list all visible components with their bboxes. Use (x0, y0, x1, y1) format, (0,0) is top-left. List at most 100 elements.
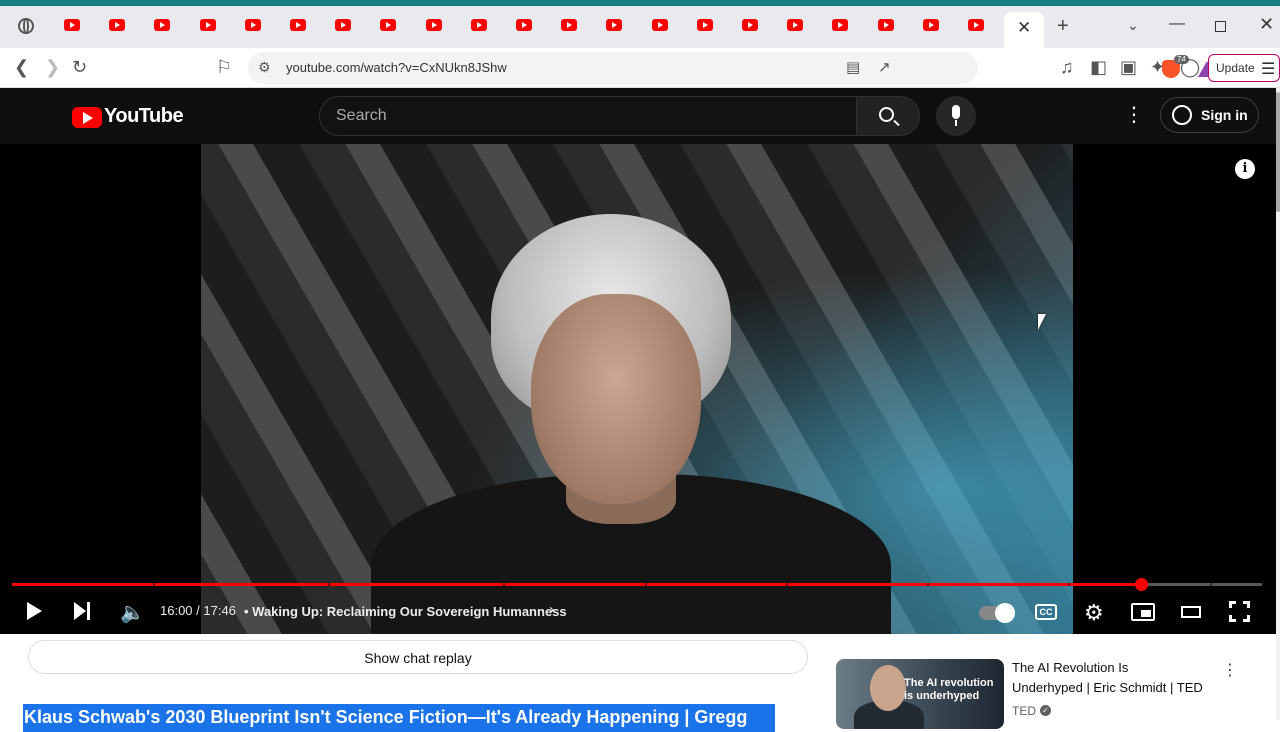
youtube-tab-favicon-icon[interactable] (696, 19, 713, 31)
youtube-tab-favicon-icon[interactable] (832, 19, 849, 31)
youtube-tab-favicon-icon[interactable] (64, 19, 80, 31)
menu-icon[interactable]: ☰ (1261, 59, 1275, 79)
active-tab[interactable]: ✕ (1004, 12, 1044, 48)
youtube-tab-favicon-icon[interactable] (651, 19, 668, 31)
time-display: 16:00 / 17:46 (160, 603, 236, 618)
settings-gear-icon[interactable]: ⚙ (1084, 600, 1104, 626)
video-title[interactable]: Klaus Schwab's 2030 Blueprint Isn't Scie… (23, 704, 775, 732)
chapter-marker (785, 583, 788, 586)
theater-mode-icon[interactable] (1181, 606, 1201, 618)
recommendation-menu-icon[interactable]: ⋮ (1222, 660, 1238, 680)
youtube-tab-favicon-icon[interactable] (561, 19, 578, 31)
search-box (319, 96, 857, 136)
youtube-logo-text[interactable]: YouTube (104, 105, 184, 128)
address-bar[interactable]: ⚙ youtube.com/watch?v=CxNUkn8JShw ▤ ↗ 74 (248, 52, 1220, 84)
music-icon[interactable]: ♫ (1060, 56, 1074, 78)
bookmark-icon[interactable]: ⚐ (216, 56, 232, 78)
address-url[interactable]: youtube.com/watch?v=CxNUkn8JShw (286, 60, 507, 75)
site-info-icon[interactable]: ⚙ (258, 59, 271, 76)
play-icon[interactable] (27, 602, 42, 620)
new-tab-button[interactable]: + (1057, 15, 1069, 38)
next-video-icon[interactable] (74, 602, 92, 620)
youtube-tab-favicon-icon[interactable] (516, 19, 532, 31)
youtube-tab-favicon-icon[interactable] (109, 19, 126, 31)
chapter-chevron-icon[interactable]: › (549, 601, 554, 618)
youtube-tab-favicon-icon[interactable] (787, 19, 804, 31)
microphone-icon (952, 105, 960, 119)
miniplayer-icon[interactable] (1131, 603, 1155, 621)
tab-search-chevron-icon[interactable]: ⌄ (1127, 17, 1139, 34)
info-icon[interactable]: i (1235, 159, 1255, 179)
recommendation-title-line-1[interactable]: The AI Revolution Is (1012, 660, 1128, 675)
below-player: Show chat replay Klaus Schwab's 2030 Blu… (0, 634, 1276, 732)
update-button[interactable]: Update ☰ (1208, 54, 1280, 82)
recommendation-thumbnail[interactable]: The AI revolution is underhyped (836, 659, 1004, 729)
back-arrow-icon[interactable]: ❮ (14, 56, 29, 78)
chapter-marker (927, 583, 929, 586)
recommendation-title-line-2[interactable]: Underhyped | Eric Schmidt | TED (1012, 680, 1203, 695)
video-title-text: Klaus Schwab's 2030 Blueprint Isn't Scie… (24, 707, 748, 727)
cast-icon[interactable]: ▤ (846, 58, 860, 76)
subtitles-cc-icon[interactable]: CC (1035, 604, 1057, 620)
youtube-tab-favicon-icon[interactable] (335, 19, 352, 31)
progress-bar[interactable] (12, 578, 1262, 591)
youtube-tab-favicon-icon[interactable] (199, 19, 216, 31)
update-label: Update (1216, 61, 1255, 75)
minimize-window-icon[interactable]: — (1169, 15, 1185, 33)
chapter-marker (644, 583, 647, 586)
tab-strip: ✕ + ⌄ — ✕ (0, 6, 1280, 48)
progress-scrubber[interactable] (1134, 578, 1148, 591)
chapter-title[interactable]: • Waking Up: Reclaiming Our Sovereign Hu… (244, 604, 567, 619)
account-icon (1172, 105, 1192, 125)
chapter-marker (1209, 583, 1212, 586)
thumb-caption-2: is underhyped (904, 690, 980, 702)
search-button[interactable] (856, 96, 920, 136)
youtube-tab-favicon-icon[interactable] (968, 19, 984, 31)
globe-icon[interactable] (18, 18, 34, 34)
wallet-icon[interactable]: ▣ (1120, 56, 1137, 78)
video-player[interactable]: i 🔈 16:00 / 17:46 • Waking Up: Reclaimin… (0, 144, 1276, 634)
progress-fill (12, 583, 1141, 586)
youtube-logo-icon[interactable] (72, 107, 102, 128)
sign-in-button[interactable]: Sign in (1160, 97, 1259, 133)
sidebar-icon[interactable]: ◧ (1090, 56, 1107, 78)
sign-in-label: Sign in (1201, 107, 1248, 123)
video-frame[interactable] (201, 144, 1073, 634)
youtube-tab-favicon-icon[interactable] (470, 19, 487, 31)
autoplay-toggle[interactable] (979, 603, 1015, 623)
chapter-marker (153, 583, 156, 586)
page-scrollbar[interactable] (1276, 88, 1280, 720)
volume-icon[interactable]: 🔈 (120, 600, 145, 625)
chat-replay-label: Show chat replay (364, 650, 472, 666)
maximize-window-icon[interactable] (1215, 21, 1226, 32)
voice-search-button[interactable] (936, 96, 976, 136)
youtube-tab-favicon-icon[interactable] (380, 19, 397, 31)
thumb-head (870, 665, 906, 711)
youtube-tab-favicon-icon[interactable] (290, 19, 306, 31)
fullscreen-icon[interactable] (1229, 601, 1250, 622)
search-input[interactable] (336, 105, 836, 127)
settings-kebab-icon[interactable]: ⋮ (1124, 102, 1144, 128)
chapter-marker (503, 583, 506, 586)
youtube-tab-favicon-icon[interactable] (742, 19, 758, 31)
forward-arrow-icon[interactable]: ❯ (45, 56, 60, 78)
scrollbar-thumb[interactable] (1276, 92, 1280, 212)
show-chat-replay-button[interactable]: Show chat replay (28, 640, 808, 674)
close-window-icon[interactable]: ✕ (1259, 14, 1274, 35)
chapter-marker (1068, 583, 1071, 586)
share-icon[interactable]: ↗ (878, 58, 891, 76)
leo-ai-icon[interactable]: ✦ (1150, 56, 1165, 78)
close-tab-icon[interactable]: ✕ (1017, 18, 1031, 38)
youtube-tab-favicon-icon[interactable] (425, 19, 442, 31)
youtube-tab-favicon-icon[interactable] (154, 19, 171, 31)
youtube-header: YouTube ⋮ Sign in (0, 88, 1276, 144)
youtube-tab-favicon-icon[interactable] (877, 19, 894, 31)
recommendation-channel[interactable]: TED (1012, 704, 1036, 718)
microphone-stem (955, 120, 957, 126)
browser-toolbar: ❮ ❯ ↻ ⚐ ⚙ youtube.com/watch?v=CxNUkn8JSh… (0, 48, 1280, 88)
youtube-tab-favicon-icon[interactable] (606, 19, 623, 31)
youtube-tab-favicon-icon[interactable] (922, 19, 939, 31)
reload-icon[interactable]: ↻ (72, 56, 87, 78)
vpn-shield-icon[interactable]: ◯ (1180, 56, 1200, 78)
youtube-tab-favicon-icon[interactable] (244, 19, 261, 31)
